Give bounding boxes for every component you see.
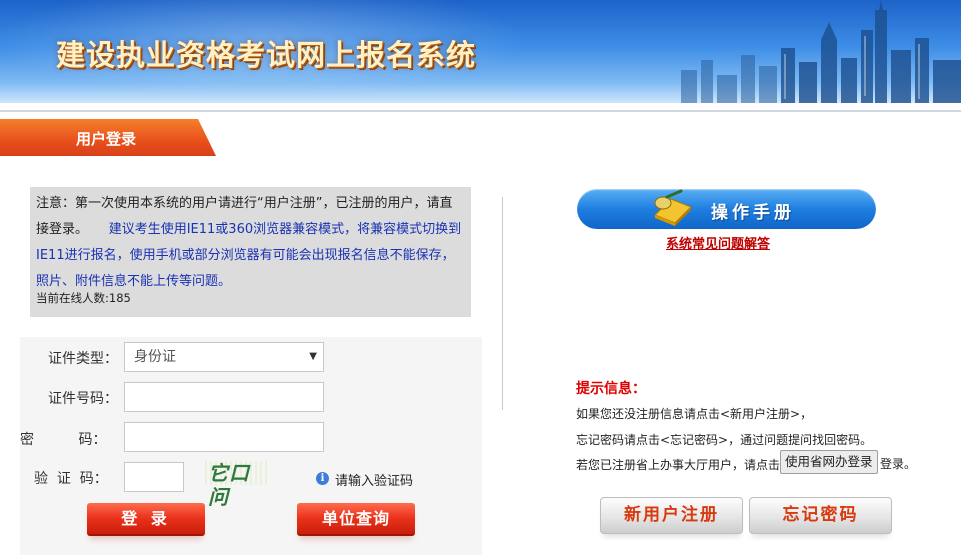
id-number-input[interactable] (124, 382, 324, 412)
tip-gov: 若您已注册省上办事大厅用户，请点击 (576, 458, 781, 472)
captcha-label: 验 证 码： (34, 471, 108, 487)
forgot-password-button[interactable]: 忘记密码 (749, 497, 892, 534)
id-number-label: 证件号码： (48, 391, 118, 407)
chevron-down-icon: ▼ (309, 351, 317, 362)
tip-register: 如果您还没注册信息请点击<新用户注册>， (576, 407, 813, 421)
info-icon: i (316, 472, 329, 485)
id-type-value: 身份证 (134, 349, 176, 365)
gov-login-button[interactable]: 使用省网办登录 (780, 450, 878, 474)
tab-label: 用户登录 (76, 130, 137, 148)
online-count: 当前在线人数:185 (36, 291, 131, 305)
captcha-hint: 请输入验证码 (335, 474, 414, 489)
book-icon (654, 189, 692, 226)
user-login-tab: 用户登录 (0, 119, 216, 156)
captcha-input[interactable] (124, 462, 184, 492)
tip-gov-suffix: 登录。 (880, 457, 917, 471)
column-divider (502, 197, 503, 410)
unit-query-button[interactable]: 单位查询 (297, 503, 415, 536)
manual-button-label: 操作手册 (711, 203, 795, 223)
captcha-image[interactable]: 它口问 (205, 461, 269, 509)
login-button[interactable]: 登 录 (87, 503, 205, 536)
id-type-label: 证件类型： (48, 351, 118, 367)
password-input[interactable] (124, 422, 324, 452)
password-label: 密 码： (20, 432, 107, 448)
id-type-select[interactable]: 身份证 ▼ (124, 342, 324, 372)
tip-title: 提示信息： (576, 381, 646, 397)
header-divider (0, 110, 961, 112)
header-banner: 建设执业资格考试网上报名系统 (0, 0, 961, 103)
faq-link[interactable]: 系统常见问题解答 (666, 233, 770, 252)
system-title: 建设执业资格考试网上报名系统 (56, 38, 477, 72)
register-button[interactable]: 新用户注册 (600, 497, 743, 534)
city-skyline-image (681, 0, 961, 103)
notice-box: 注意：第一次使用本系统的用户请进行“用户注册”，已注册的用户，请直接登录。 建议… (30, 187, 471, 317)
manual-button[interactable]: 操作手册 (577, 189, 876, 229)
tip-forgot: 忘记密码请点击<忘记密码>，通过问题提问找回密码。 (576, 433, 873, 447)
